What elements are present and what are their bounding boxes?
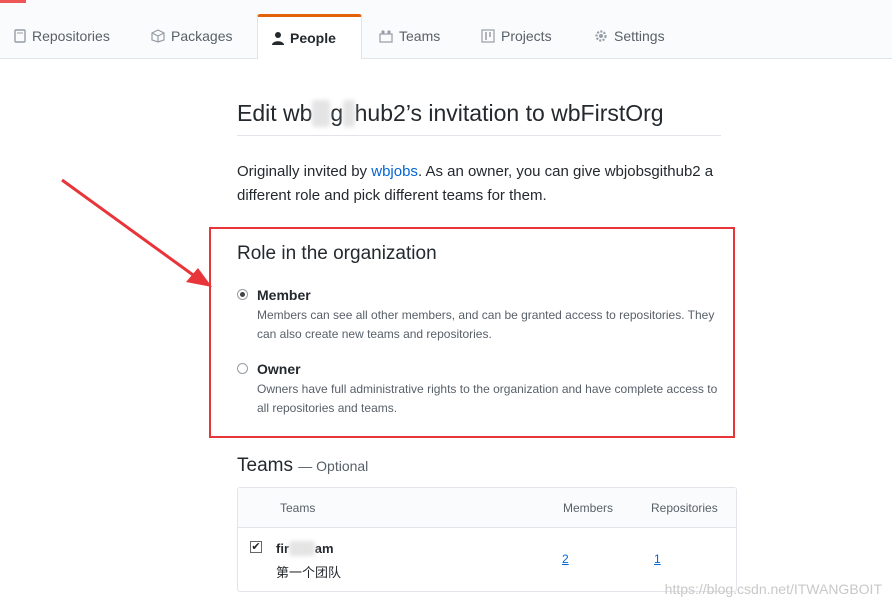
title-username-end: hub2: [354, 100, 406, 126]
member-label[interactable]: Member: [257, 287, 311, 303]
page-title: Edit wbjogithub2’s invitation to wbFirst…: [237, 100, 721, 136]
column-header-teams: Teams: [280, 501, 316, 515]
blurred-text: stTe: [289, 541, 315, 556]
package-icon: [151, 29, 165, 43]
tab-label: Settings: [614, 28, 665, 44]
teams-heading: Teams — Optional: [237, 455, 368, 477]
role-heading: Role in the organization: [237, 243, 437, 264]
team-repositories-count[interactable]: 1: [654, 552, 661, 566]
blurred-text: it: [343, 100, 355, 127]
team-name-end: am: [314, 541, 334, 556]
team-members-count[interactable]: 2: [562, 552, 569, 566]
intro-text: Originally invited by: [237, 163, 372, 180]
member-radio[interactable]: [237, 289, 248, 300]
owner-radio[interactable]: [237, 363, 248, 374]
table-header: Teams Members Repositories: [238, 488, 736, 528]
org-nav-bar: Repositories Packages People Teams Proje…: [0, 0, 892, 59]
tab-label: Projects: [501, 28, 552, 44]
team-checkbox[interactable]: ✔: [250, 541, 262, 553]
brand-mark: [0, 0, 26, 3]
owner-description: Owners have full administrative rights t…: [257, 382, 718, 415]
owner-label[interactable]: Owner: [257, 361, 301, 377]
arrow-shaft: [61, 178, 201, 282]
teams-title: Teams: [237, 455, 293, 476]
tab-packages[interactable]: Packages: [137, 14, 246, 58]
tab-repositories[interactable]: Repositories: [0, 14, 124, 58]
member-description: Members can see all other members, and c…: [257, 308, 715, 341]
column-header-repositories: Repositories: [651, 501, 718, 515]
title-prefix: Edit: [237, 100, 284, 126]
title-username-start: wb: [283, 100, 313, 126]
tab-label: Repositories: [32, 28, 110, 44]
teams-icon: [379, 29, 393, 43]
optional-label: — Optional: [298, 458, 369, 474]
person-icon: [272, 31, 284, 45]
blurred-text: jo: [312, 100, 331, 127]
team-name-start: fir: [276, 541, 289, 556]
tab-label: People: [290, 30, 336, 46]
watermark-text: https://blog.csdn.net/ITWANGBOIT: [664, 581, 882, 597]
tab-teams[interactable]: Teams: [365, 14, 454, 58]
tab-label: Teams: [399, 28, 441, 44]
tab-settings[interactable]: Settings: [580, 14, 679, 58]
title-suffix: ’s invitation to wbFirstOrg: [405, 100, 664, 126]
title-username-mid: g: [330, 100, 344, 126]
tab-label: Packages: [171, 28, 233, 44]
column-header-members: Members: [563, 501, 614, 515]
team-name[interactable]: firstTeam: [276, 541, 334, 556]
repo-icon: [14, 29, 26, 43]
invitation-intro: Originally invited by wbjobs. As an owne…: [237, 160, 742, 208]
team-description: 第一个团队: [276, 565, 342, 580]
inviter-link[interactable]: wbjobs: [371, 163, 418, 180]
teams-table: Teams Members Repositories ✔ firstTeam 第…: [237, 487, 737, 592]
gear-icon: [594, 29, 608, 43]
tab-projects[interactable]: Projects: [467, 14, 566, 58]
project-icon: [481, 29, 495, 43]
tab-people[interactable]: People: [257, 14, 362, 59]
